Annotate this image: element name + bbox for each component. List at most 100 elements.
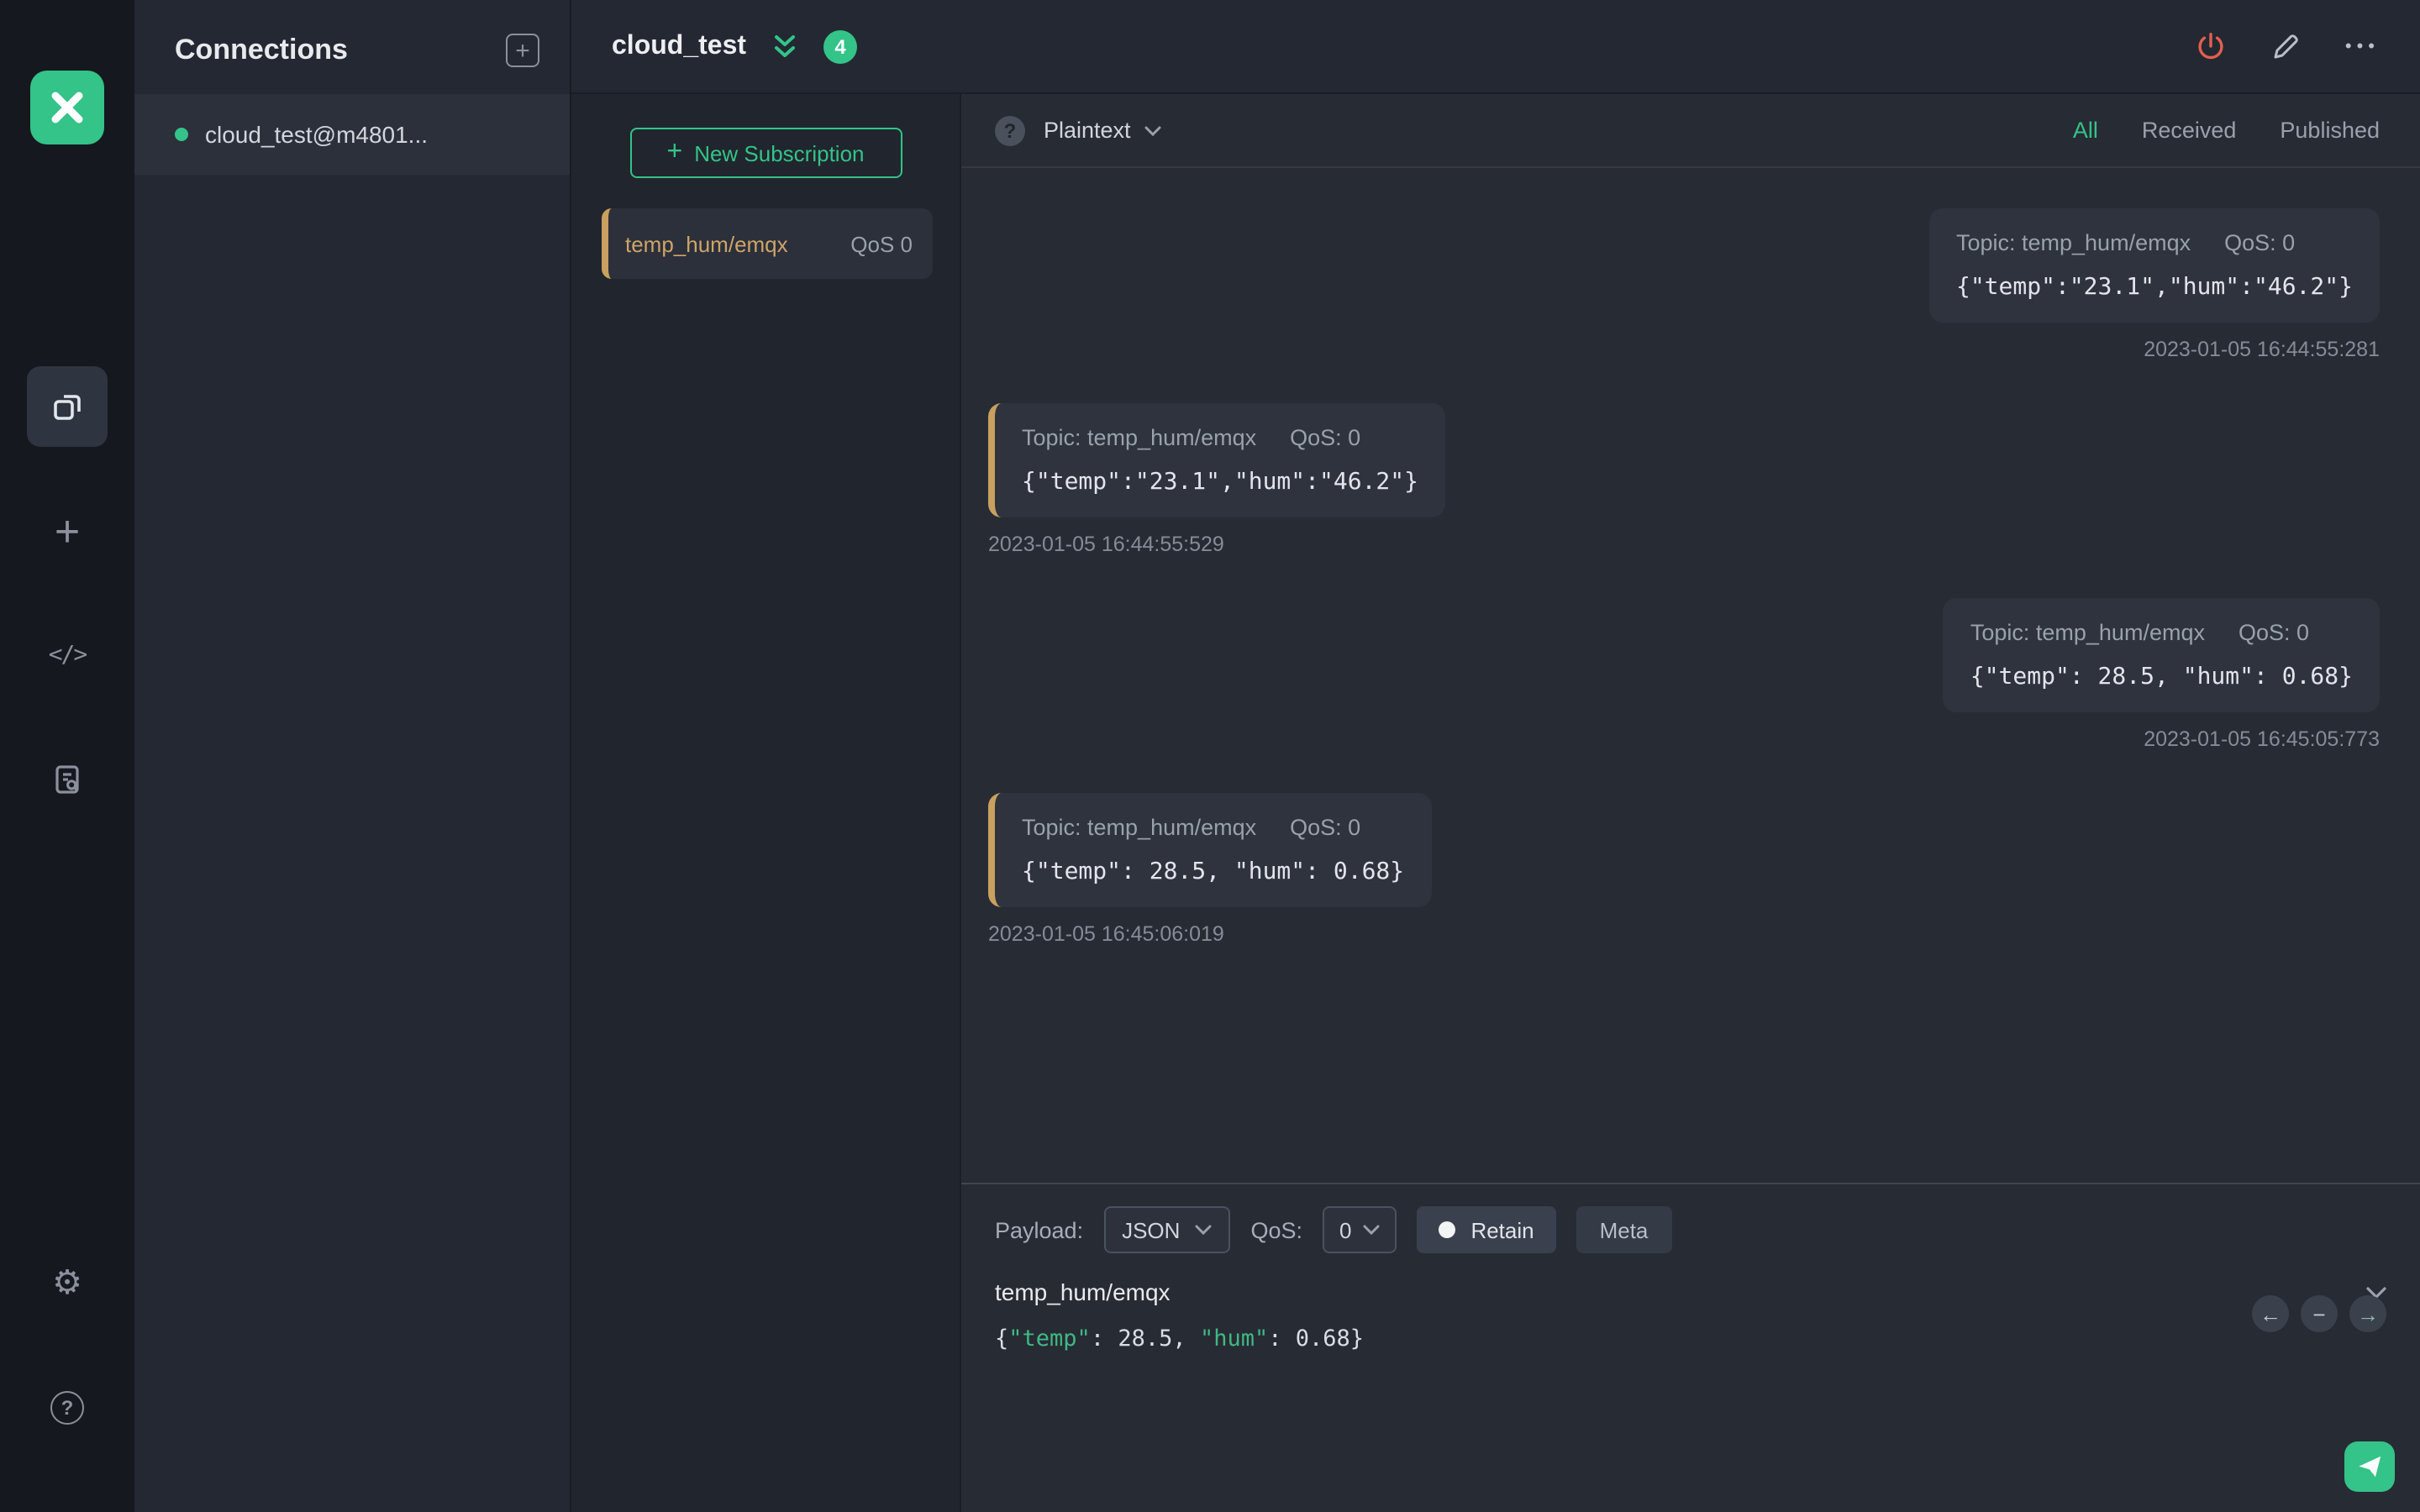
new-subscription-button[interactable]: + New Subscription <box>629 128 902 178</box>
message-bubble[interactable]: Topic: temp_hum/emqx QoS: 0 {"temp": 28.… <box>988 793 1432 907</box>
connection-status-dot <box>175 128 188 141</box>
history-forward-button[interactable]: → <box>2349 1295 2386 1332</box>
connection-header: cloud_test 4 ••• <box>571 0 2420 94</box>
retain-label: Retain <box>1470 1217 1534 1242</box>
more-options-button[interactable]: ••• <box>2345 36 2380 56</box>
send-button[interactable] <box>2344 1441 2395 1492</box>
filter-published[interactable]: Published <box>2280 118 2380 143</box>
editor-token: "temp" <box>1008 1326 1091 1352</box>
messages-panel: ? Plaintext All Received Published Topic… <box>961 94 2420 1512</box>
payload-format-value: JSON <box>1122 1217 1181 1242</box>
collapse-panel-button[interactable] <box>770 32 800 60</box>
payload-label: Payload: <box>995 1217 1084 1242</box>
message-meta: Topic: temp_hum/emqx QoS: 0 <box>1970 620 2353 645</box>
disconnect-button[interactable] <box>2196 30 2228 62</box>
message-topic: Topic: temp_hum/emqx <box>1022 815 1257 840</box>
message-topic: Topic: temp_hum/emqx <box>1970 620 2205 645</box>
subscription-item[interactable]: temp_hum/emqx QoS 0 <box>602 208 933 279</box>
message-qos: QoS: 0 <box>1290 815 1361 840</box>
sidebar-item-connections[interactable] <box>27 366 108 447</box>
filter-all[interactable]: All <box>2073 118 2098 143</box>
qos-select[interactable]: 0 <box>1322 1206 1397 1253</box>
message-timestamp: 2023-01-05 16:44:55:529 <box>988 533 1224 556</box>
gear-icon: ⚙ <box>52 1265 82 1302</box>
message-topic: Topic: temp_hum/emqx <box>1022 425 1257 450</box>
message-bubble[interactable]: Topic: temp_hum/emqx QoS: 0 {"temp":"23.… <box>988 403 1446 517</box>
connections-panel-header: Connections + <box>134 0 570 94</box>
editor-token: 28.5 <box>1118 1326 1173 1352</box>
sidebar-item-log[interactable] <box>27 739 108 820</box>
message-payload: {"temp":"23.1","hum":"46.2"} <box>1955 274 2353 301</box>
subscription-count-badge: 4 <box>823 29 858 63</box>
message-payload: {"temp": 28.5, "hum": 0.68} <box>1970 664 2353 690</box>
retain-toggle[interactable]: Retain <box>1417 1206 1556 1253</box>
editor-token: 0.68 <box>1295 1326 1350 1352</box>
sidebar-item-settings[interactable]: ⚙ <box>27 1243 108 1324</box>
history-back-button[interactable]: ← <box>2252 1295 2289 1332</box>
message-qos: QoS: 0 <box>2238 620 2310 645</box>
add-connection-button[interactable]: + <box>506 34 539 67</box>
help-icon: ? <box>50 1391 84 1425</box>
editor-token: , <box>1172 1326 1200 1352</box>
message-bubble[interactable]: Topic: temp_hum/emqx QoS: 0 {"temp":"23.… <box>1928 208 2380 323</box>
mqttx-logo-icon <box>30 71 104 144</box>
message-received: Topic: temp_hum/emqx QoS: 0 {"temp": 28.… <box>988 793 2380 946</box>
publish-toolbar: Payload: JSON QoS: 0 Retain Meta <box>995 1205 2386 1255</box>
message-timestamp: 2023-01-05 16:45:05:773 <box>2144 727 2380 751</box>
editor-token: } <box>1349 1326 1365 1352</box>
message-format-select[interactable]: Plaintext <box>1044 118 1161 143</box>
message-format-value: Plaintext <box>1044 118 1131 143</box>
subscription-qos: QoS 0 <box>850 231 913 256</box>
edit-connection-button[interactable] <box>2271 31 2302 61</box>
message-payload: {"temp": 28.5, "hum": 0.68} <box>1022 858 1405 885</box>
message-published: Topic: temp_hum/emqx QoS: 0 {"temp": 28.… <box>988 598 2380 751</box>
payload-format-select[interactable]: JSON <box>1103 1206 1231 1253</box>
publish-panel: Payload: JSON QoS: 0 Retain Meta temp_hu… <box>961 1183 2420 1512</box>
payload-editor[interactable]: {"temp": 28.5, "hum": 0.68} <box>995 1326 2386 1352</box>
qos-label: QoS: <box>1250 1217 1302 1242</box>
topic-value: temp_hum/emqx <box>995 1278 1171 1305</box>
qos-value: 0 <box>1339 1217 1352 1242</box>
mqttx-app-window: + </> ⚙ ? Connections + cloud_test@m4801… <box>0 0 2420 1512</box>
connection-name: cloud_test@m4801... <box>205 121 429 148</box>
code-icon: </> <box>48 642 88 669</box>
message-list[interactable]: Topic: temp_hum/emqx QoS: 0 {"temp":"23.… <box>961 168 2420 1183</box>
message-topic: Topic: temp_hum/emqx <box>1955 230 2191 255</box>
message-timestamp: 2023-01-05 16:44:55:281 <box>2144 338 2380 361</box>
topic-input[interactable]: temp_hum/emqx <box>995 1278 2386 1305</box>
message-qos: QoS: 0 <box>2224 230 2296 255</box>
meta-label: Meta <box>1599 1217 1649 1242</box>
editor-token: { <box>995 1326 1009 1352</box>
subscriptions-panel: + New Subscription temp_hum/emqx QoS 0 <box>571 94 961 1512</box>
message-received: Topic: temp_hum/emqx QoS: 0 {"temp":"23.… <box>988 403 2380 556</box>
connection-title: cloud_test <box>612 31 747 60</box>
plus-icon: + <box>54 506 81 556</box>
message-timestamp: 2023-01-05 16:45:06:019 <box>988 922 1224 946</box>
connections-icon <box>50 390 84 423</box>
sidebar-item-new-connection[interactable]: + <box>27 491 108 571</box>
filter-received[interactable]: Received <box>2142 118 2237 143</box>
message-qos: QoS: 0 <box>1290 425 1361 450</box>
message-filters: All Received Published <box>2073 118 2380 143</box>
sidebar-item-help[interactable]: ? <box>27 1368 108 1448</box>
payload-format-help-icon[interactable]: ? <box>995 115 1025 145</box>
history-remove-button[interactable]: − <box>2301 1295 2338 1332</box>
chevron-down-icon <box>1363 1225 1380 1235</box>
connections-title: Connections <box>175 34 348 66</box>
sidebar-item-script[interactable]: </> <box>27 615 108 696</box>
plus-icon: + <box>666 137 683 165</box>
message-published: Topic: temp_hum/emqx QoS: 0 {"temp":"23.… <box>988 208 2380 361</box>
message-bubble[interactable]: Topic: temp_hum/emqx QoS: 0 {"temp": 28.… <box>1943 598 2380 712</box>
connections-panel: Connections + cloud_test@m4801... <box>134 0 571 1512</box>
meta-button[interactable]: Meta <box>1576 1206 1672 1253</box>
editor-token: : <box>1268 1326 1296 1352</box>
new-subscription-label: New Subscription <box>694 140 865 165</box>
header-actions: ••• <box>2196 30 2380 62</box>
editor-token: "hum" <box>1199 1326 1269 1352</box>
log-icon <box>50 763 84 796</box>
connection-list-item[interactable]: cloud_test@m4801... <box>134 94 570 175</box>
message-payload: {"temp":"23.1","hum":"46.2"} <box>1022 469 1419 496</box>
retain-dot-icon <box>1439 1221 1456 1238</box>
paper-plane-icon <box>2356 1453 2383 1480</box>
editor-token: : <box>1090 1326 1118 1352</box>
